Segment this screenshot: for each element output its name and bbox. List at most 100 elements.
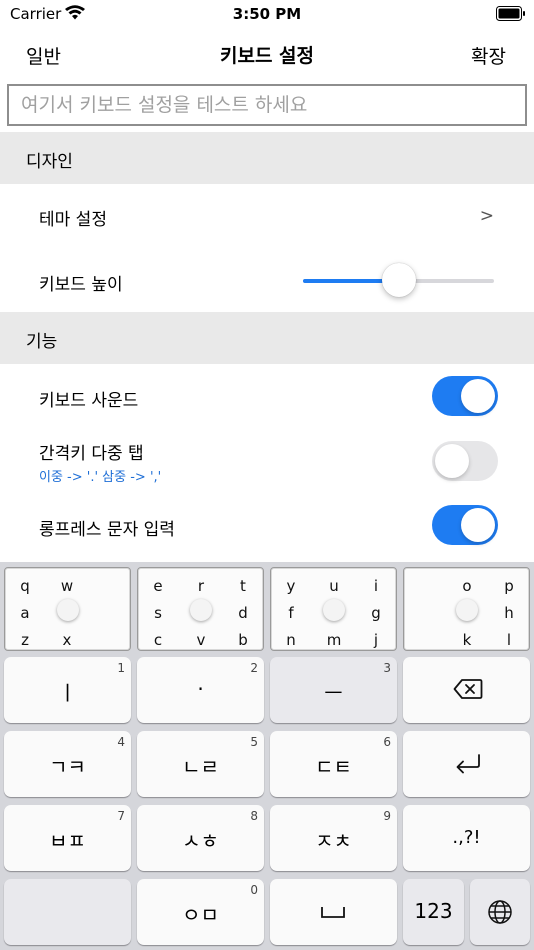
key-number: 8 <box>250 809 258 823</box>
panel-letter: n <box>286 631 296 649</box>
panel-letter: f <box>288 604 294 622</box>
panel-letter: u <box>329 577 339 595</box>
key-nieun-rieul[interactable]: ㄴㄹ 5 <box>137 731 264 797</box>
panel-letter: c <box>153 631 163 649</box>
swipe-panel-2[interactable]: e r t s d c v b <box>137 567 264 651</box>
keyboard-test-input[interactable] <box>7 84 527 126</box>
battery-icon <box>496 6 525 21</box>
key-number: 4 <box>117 735 125 749</box>
numbers-key[interactable]: 123 <box>403 879 464 945</box>
keyboard-sound-label: 키보드 사운드 <box>39 391 139 411</box>
panel-letter: m <box>326 631 342 649</box>
key-label: ㄴㄹ <box>182 755 219 779</box>
key-giyeok-kieuk[interactable]: ㄱㅋ 4 <box>4 731 131 797</box>
section-title-features: 기능 <box>26 332 58 352</box>
panel-letter: j <box>373 631 379 649</box>
panel-letter: p <box>504 577 514 595</box>
navigation-bar: 일반 키보드 설정 확장 <box>0 30 534 78</box>
globe-key[interactable] <box>470 879 530 945</box>
blank-key[interactable] <box>4 879 131 945</box>
panel-letter: w <box>60 577 74 595</box>
panel-letter: s <box>154 604 162 622</box>
key-number: 9 <box>383 809 391 823</box>
key-number: 0 <box>250 883 258 897</box>
key-digeut-tieut[interactable]: ㄷㅌ 6 <box>270 731 397 797</box>
panel-center-dot <box>323 599 345 621</box>
panel-letter: l <box>506 631 512 649</box>
key-number: 1 <box>117 661 125 675</box>
space-icon <box>321 907 345 918</box>
key-label: ㅡ <box>324 681 343 705</box>
panel-letter: i <box>373 577 379 595</box>
panel-letter: b <box>238 631 248 649</box>
key-label: ㅂㅍ <box>49 829 86 853</box>
key-label: 123 <box>414 899 453 923</box>
panel-letter: e <box>153 577 163 595</box>
backspace-key[interactable] <box>403 657 530 723</box>
key-vowel-dot[interactable]: · 2 <box>137 657 264 723</box>
multitap-spacing-toggle[interactable] <box>432 441 498 481</box>
key-number: 3 <box>383 661 391 675</box>
key-label: .,?! <box>452 827 481 848</box>
backspace-icon <box>453 679 483 699</box>
panel-letter: v <box>196 631 206 649</box>
key-number: 5 <box>250 735 258 749</box>
theme-settings-label: 테마 설정 <box>39 210 107 230</box>
key-number: 2 <box>250 661 258 675</box>
panel-letter: k <box>462 631 472 649</box>
chevron-right-icon: > <box>479 206 494 226</box>
panel-letter: a <box>20 604 30 622</box>
key-label: ㄱㅋ <box>49 755 86 779</box>
key-label: ㅇㅁ <box>182 903 219 927</box>
section-header-features: 기능 <box>0 312 534 364</box>
panel-letter: h <box>504 604 514 622</box>
swipe-panel-1[interactable]: q w a z x <box>4 567 131 651</box>
panel-letter: d <box>238 604 248 622</box>
return-key[interactable] <box>403 731 530 797</box>
globe-icon <box>488 900 512 924</box>
keyboard-height-label: 키보드 높이 <box>39 275 123 295</box>
key-bieup-pieup[interactable]: ㅂㅍ 7 <box>4 805 131 871</box>
key-siot-hieut[interactable]: ㅅㅎ 8 <box>137 805 264 871</box>
panel-letter: g <box>371 604 381 622</box>
toggle-knob <box>435 444 469 478</box>
swipe-panel-3[interactable]: y u i f g n m j <box>270 567 397 651</box>
key-label: ㅣ <box>58 681 77 705</box>
section-title-design: 디자인 <box>26 152 73 172</box>
multitap-spacing-description: 이중 -> '.' 삼중 -> ',' <box>39 470 162 485</box>
swipe-panel-4[interactable]: o p h k l <box>403 567 530 651</box>
longpress-input-toggle[interactable] <box>432 505 498 545</box>
panel-center-dot <box>190 599 212 621</box>
panel-letter: y <box>286 577 296 595</box>
space-key[interactable] <box>270 879 397 945</box>
key-label: ㅅㅎ <box>182 829 219 853</box>
key-jieut-chieut[interactable]: ㅈㅊ 9 <box>270 805 397 871</box>
panel-letter: q <box>20 577 30 595</box>
extend-button[interactable]: 확장 <box>471 42 506 69</box>
panel-letter: z <box>21 631 29 649</box>
status-bar: Carrier 3:50 PM <box>0 0 534 30</box>
key-label: ㅈㅊ <box>315 829 352 853</box>
panel-letter: t <box>240 577 246 595</box>
panel-center-dot <box>57 599 79 621</box>
key-number: 6 <box>383 735 391 749</box>
panel-letter: x <box>62 631 72 649</box>
keyboard-height-slider-thumb[interactable] <box>381 263 416 297</box>
key-label: · <box>197 677 204 701</box>
return-icon <box>456 754 480 774</box>
panel-center-dot <box>456 599 478 621</box>
key-label: ㄷㅌ <box>315 755 352 779</box>
key-number: 7 <box>117 809 125 823</box>
keyboard-sound-toggle[interactable] <box>432 376 498 416</box>
toggle-knob <box>461 379 495 413</box>
page-title: 키보드 설정 <box>219 45 314 67</box>
key-vowel-i[interactable]: ㅣ 1 <box>4 657 131 723</box>
key-ieung-mieum[interactable]: ㅇㅁ 0 <box>137 879 264 945</box>
key-vowel-eu[interactable]: ㅡ 3 <box>270 657 397 723</box>
multitap-spacing-label: 간격키 다중 탭 <box>39 444 144 464</box>
status-time: 3:50 PM <box>232 5 302 23</box>
keyboard: q w a z x e r t s d c v b y u i f g n m … <box>0 562 534 950</box>
punctuation-key[interactable]: .,?! <box>403 805 530 871</box>
panel-letter: r <box>197 577 205 595</box>
panel-letter: o <box>462 577 472 595</box>
